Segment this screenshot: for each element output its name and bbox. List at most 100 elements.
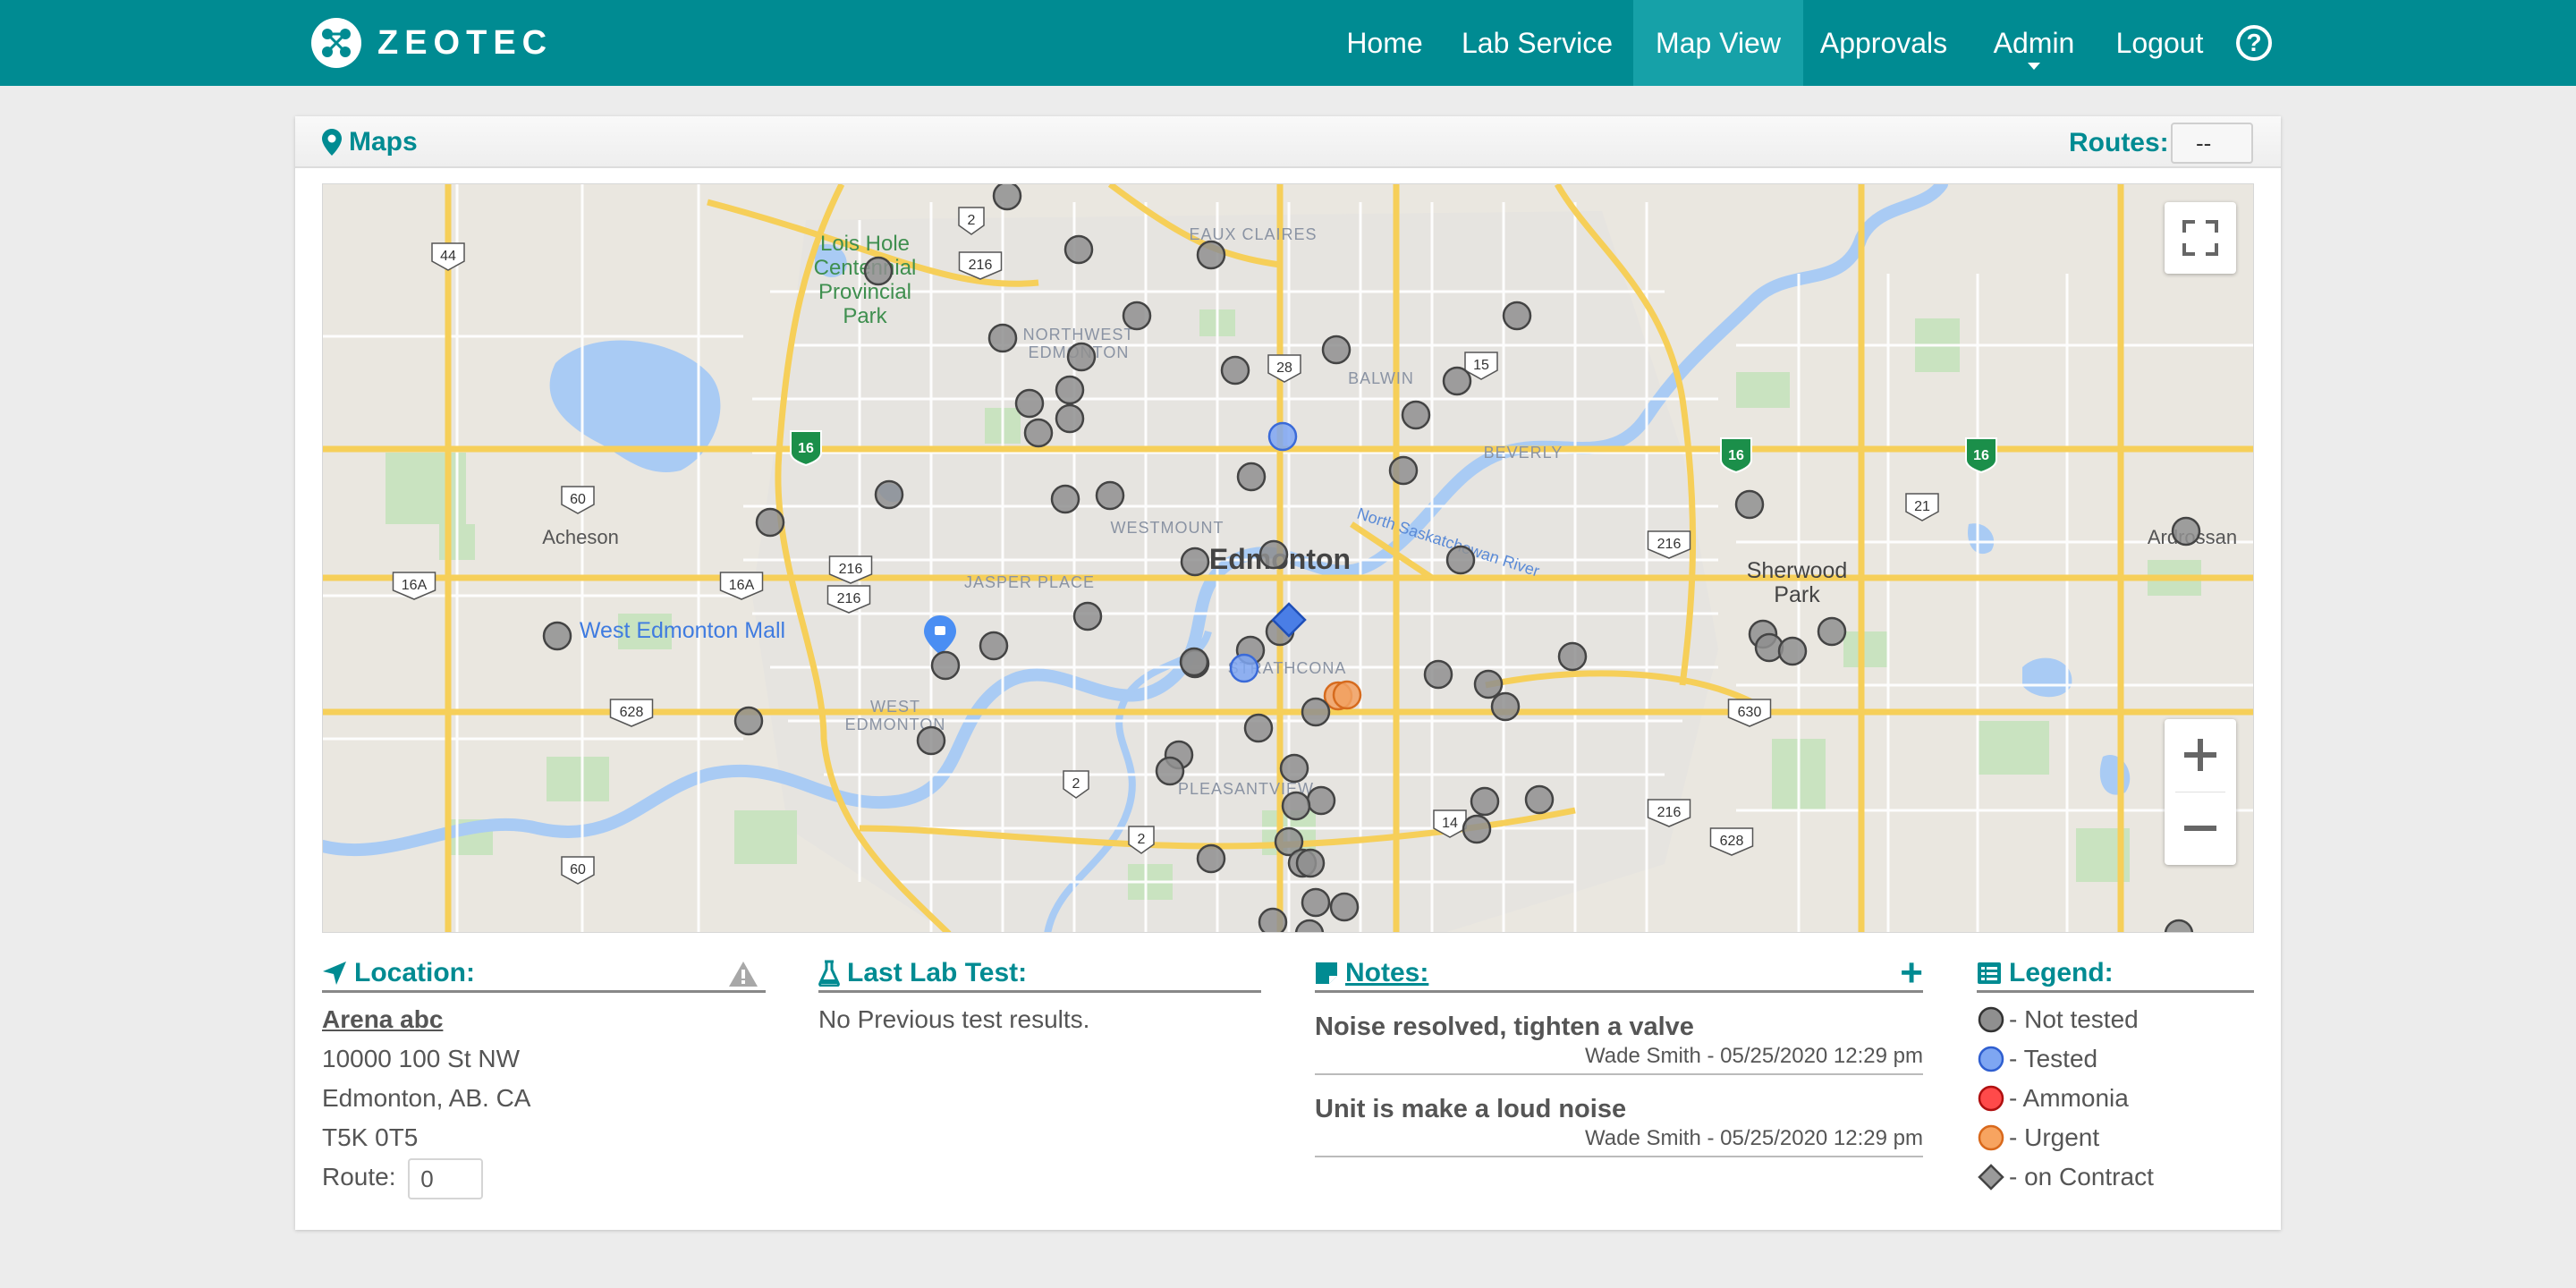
not-tested-marker[interactable]	[1196, 240, 1226, 270]
not-tested-marker[interactable]	[992, 184, 1022, 211]
brand-name: ZEOTEC	[377, 23, 554, 62]
grey-circle-icon	[1978, 1006, 2004, 1033]
not-tested-marker[interactable]	[916, 725, 946, 756]
map-label-west-edmonton: WEST	[870, 698, 920, 716]
not-tested-marker[interactable]	[1258, 539, 1289, 570]
map-label-eaux-claires: EAUX CLAIRES	[1189, 225, 1317, 243]
fullscreen-button[interactable]	[2165, 202, 2236, 274]
tested-marker[interactable]	[1229, 653, 1259, 683]
not-tested-marker[interactable]	[1734, 489, 1765, 520]
svg-text:28: 28	[1276, 360, 1292, 376]
not-tested-marker[interactable]	[542, 621, 572, 651]
nav-lab-service[interactable]: Lab Service	[1454, 0, 1620, 86]
svg-text:16A: 16A	[729, 578, 755, 593]
not-tested-marker[interactable]	[1072, 601, 1103, 631]
notes-section: Notes: + Noise resolved, tighten a valve…	[1315, 953, 1923, 1157]
not-tested-marker[interactable]	[1196, 843, 1226, 874]
trans-canada-shield-icon: 16	[790, 430, 822, 467]
map-canvas[interactable]: Edmonton Sherwood Park Acheson Ardrossan…	[323, 184, 2254, 933]
not-tested-marker[interactable]	[1122, 301, 1152, 331]
not-tested-marker[interactable]	[1179, 647, 1209, 677]
map-view[interactable]: Edmonton Sherwood Park Acheson Ardrossan…	[322, 183, 2254, 933]
not-tested-marker[interactable]	[1306, 785, 1336, 816]
not-tested-marker[interactable]	[1301, 887, 1331, 918]
not-tested-marker[interactable]	[1401, 400, 1431, 430]
not-tested-marker[interactable]	[1502, 301, 1532, 331]
not-tested-marker[interactable]	[2171, 516, 2201, 547]
not-tested-marker[interactable]	[1220, 355, 1250, 386]
not-tested-marker[interactable]	[1301, 697, 1331, 727]
note-item[interactable]: Unit is make a loud noise Wade Smith - 0…	[1315, 1091, 1923, 1157]
legend-on-contract: - on Contract	[1977, 1157, 2254, 1197]
svg-text:628: 628	[620, 705, 644, 720]
not-tested-marker[interactable]	[1329, 892, 1360, 922]
note-item[interactable]: Noise resolved, tighten a valve Wade Smi…	[1315, 1009, 1923, 1075]
not-tested-marker[interactable]	[987, 323, 1018, 353]
not-tested-marker[interactable]	[1462, 814, 1492, 844]
not-tested-marker[interactable]	[1777, 636, 1808, 666]
not-tested-marker[interactable]	[733, 706, 764, 736]
legend-tested: - Tested	[1977, 1039, 2254, 1079]
not-tested-marker[interactable]	[1557, 641, 1588, 672]
add-note-icon[interactable]: +	[1900, 953, 1923, 993]
svg-text:60: 60	[570, 492, 586, 507]
route-input[interactable]: 0	[408, 1157, 484, 1199]
note-meta: Wade Smith - 05/25/2020 12:29 pm	[1585, 1126, 1923, 1150]
not-tested-marker[interactable]	[1423, 659, 1453, 690]
not-tested-marker[interactable]	[979, 631, 1009, 661]
routes-select[interactable]: --	[2171, 123, 2253, 164]
not-tested-marker[interactable]	[1281, 791, 1311, 821]
not-tested-marker[interactable]	[1236, 462, 1267, 492]
not-tested-marker[interactable]	[1063, 234, 1094, 265]
not-tested-marker[interactable]	[1473, 669, 1504, 699]
not-tested-marker[interactable]	[1243, 713, 1274, 743]
nav-approvals[interactable]: Approvals	[1812, 0, 1955, 86]
legend-header: Legend:	[1977, 955, 2254, 993]
location-heading: Location:	[354, 957, 475, 987]
not-tested-marker[interactable]	[1470, 786, 1500, 817]
not-tested-marker[interactable]	[1817, 616, 1847, 647]
not-tested-marker[interactable]	[1442, 366, 1472, 396]
not-tested-marker[interactable]	[1023, 418, 1054, 448]
not-tested-marker[interactable]	[1524, 784, 1555, 815]
not-tested-marker[interactable]	[1295, 848, 1326, 878]
not-tested-marker[interactable]	[1066, 342, 1097, 372]
help-icon[interactable]: ?	[2236, 25, 2272, 61]
not-tested-marker[interactable]	[1490, 691, 1521, 722]
not-tested-marker[interactable]	[863, 256, 894, 286]
not-tested-marker[interactable]	[1180, 547, 1210, 577]
not-tested-marker[interactable]	[930, 650, 961, 681]
red-circle-icon	[1978, 1085, 2004, 1112]
not-tested-marker[interactable]	[755, 507, 785, 538]
not-tested-marker[interactable]	[1055, 403, 1085, 434]
tested-marker[interactable]	[1267, 421, 1298, 452]
location-name[interactable]: Arena abc	[322, 1000, 766, 1039]
zoom-in-button[interactable]	[2165, 719, 2236, 791]
svg-text:14: 14	[1442, 816, 1458, 831]
not-tested-marker[interactable]	[1445, 545, 1476, 575]
not-tested-marker[interactable]	[1279, 753, 1309, 784]
not-tested-marker[interactable]	[1155, 756, 1185, 786]
not-tested-marker[interactable]	[1055, 375, 1085, 405]
urgent-marker[interactable]	[1332, 680, 1362, 710]
not-tested-marker[interactable]	[1258, 907, 1288, 933]
route-label: Route:	[322, 1163, 396, 1191]
nav-logout[interactable]: Logout	[2104, 0, 2216, 86]
nav-map-view[interactable]: Map View	[1633, 0, 1803, 86]
nav-admin[interactable]: Admin	[1973, 0, 2095, 86]
not-tested-marker[interactable]	[1388, 455, 1419, 486]
not-tested-marker[interactable]	[1095, 480, 1125, 511]
zeotec-logo-icon	[311, 18, 361, 68]
zoom-out-button[interactable]	[2165, 792, 2236, 864]
svg-text:44: 44	[440, 249, 456, 264]
not-tested-marker[interactable]	[1050, 484, 1080, 514]
nav-home[interactable]: Home	[1331, 0, 1438, 86]
brand-logo[interactable]: ZEOTEC	[311, 18, 553, 68]
notes-heading[interactable]: Notes:	[1345, 958, 1428, 988]
map-label-sherwood: Sherwood	[1747, 558, 1848, 583]
not-tested-marker[interactable]	[1321, 335, 1352, 365]
svg-text:16: 16	[798, 441, 814, 456]
not-tested-marker[interactable]	[874, 479, 904, 510]
warning-icon[interactable]	[728, 961, 758, 987]
not-tested-marker[interactable]	[1014, 388, 1045, 419]
